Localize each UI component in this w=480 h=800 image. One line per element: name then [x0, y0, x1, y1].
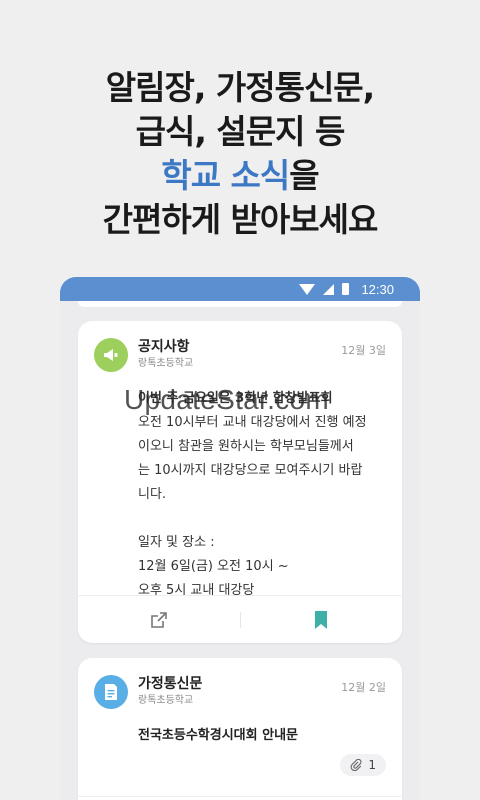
notice-body: 이번 주 금요일은 3학년 합창발표회 오전 10시부터 교내 대강당에서 진행… — [138, 387, 384, 603]
document-icon — [94, 675, 128, 709]
card-title: 공지사항 — [138, 339, 190, 355]
paperclip-icon — [350, 759, 362, 771]
headline-suffix: 을 — [289, 156, 319, 195]
megaphone-icon — [94, 338, 128, 372]
body-line — [138, 507, 384, 531]
wifi-icon — [299, 283, 316, 295]
attachment-chip[interactable]: 1 — [340, 754, 386, 776]
letter-title: 전국초등수학경시대회 안내문 — [138, 728, 299, 743]
status-time: 12:30 — [361, 281, 394, 297]
body-line: 12월 6일(금) 오전 10시 ~ — [138, 559, 289, 574]
previous-card-edge — [78, 301, 402, 307]
headline-accent: 학교 소식 — [161, 156, 290, 195]
card-header: 가정통신문 랑톡초등학교 — [94, 675, 202, 709]
card-date: 12월 2일 — [341, 681, 386, 694]
bookmark-icon — [315, 610, 328, 629]
card-actions — [78, 595, 402, 643]
school-name: 랑톡초등학교 — [138, 358, 194, 369]
headline-line-3: 학교 소식을 — [0, 154, 480, 198]
card-title: 가정통신문 — [138, 676, 203, 692]
bookmark-button[interactable] — [241, 596, 403, 643]
card-header: 공지사항 랑톡초등학교 — [94, 338, 193, 372]
watermark: UpdateStar.com — [124, 384, 329, 415]
card-date: 12월 3일 — [341, 344, 386, 357]
battery-icon — [342, 283, 350, 295]
share-icon — [150, 611, 167, 628]
headline-line-2: 급식, 설문지 등 — [135, 112, 346, 151]
card-divider — [78, 796, 402, 797]
body-line: 이오니 참관을 원하시는 학부모님들께서 — [138, 439, 354, 454]
attachment-count: 1 — [368, 758, 376, 772]
promo-headline: 알림장, 가정통신문, 급식, 설문지 등 학교 소식을 간편하게 받아보세요 — [0, 66, 480, 242]
home-letter-card[interactable]: 가정통신문 랑톡초등학교 12월 2일 전국초등수학경시대회 안내문 1 — [78, 658, 402, 800]
headline-line-4: 간편하게 받아보세요 — [102, 200, 379, 239]
phone-mockup: 12:30 공지사항 랑톡초등학교 12월 3일 이번 주 금요일은 3학년 합… — [60, 277, 420, 800]
signal-icon — [323, 283, 335, 295]
body-line: 는 10시까지 대강당으로 모여주시기 바랍 — [138, 463, 363, 478]
headline-line-1: 알림장, 가정통신문, — [105, 68, 375, 107]
school-name: 랑톡초등학교 — [138, 695, 194, 706]
status-bar: 12:30 — [60, 277, 420, 301]
body-line: 일자 및 장소 : — [138, 535, 215, 550]
body-line: 니다. — [138, 487, 167, 502]
notice-card[interactable]: 공지사항 랑톡초등학교 12월 3일 이번 주 금요일은 3학년 합창발표회 오… — [78, 321, 402, 643]
share-button[interactable] — [78, 596, 240, 643]
